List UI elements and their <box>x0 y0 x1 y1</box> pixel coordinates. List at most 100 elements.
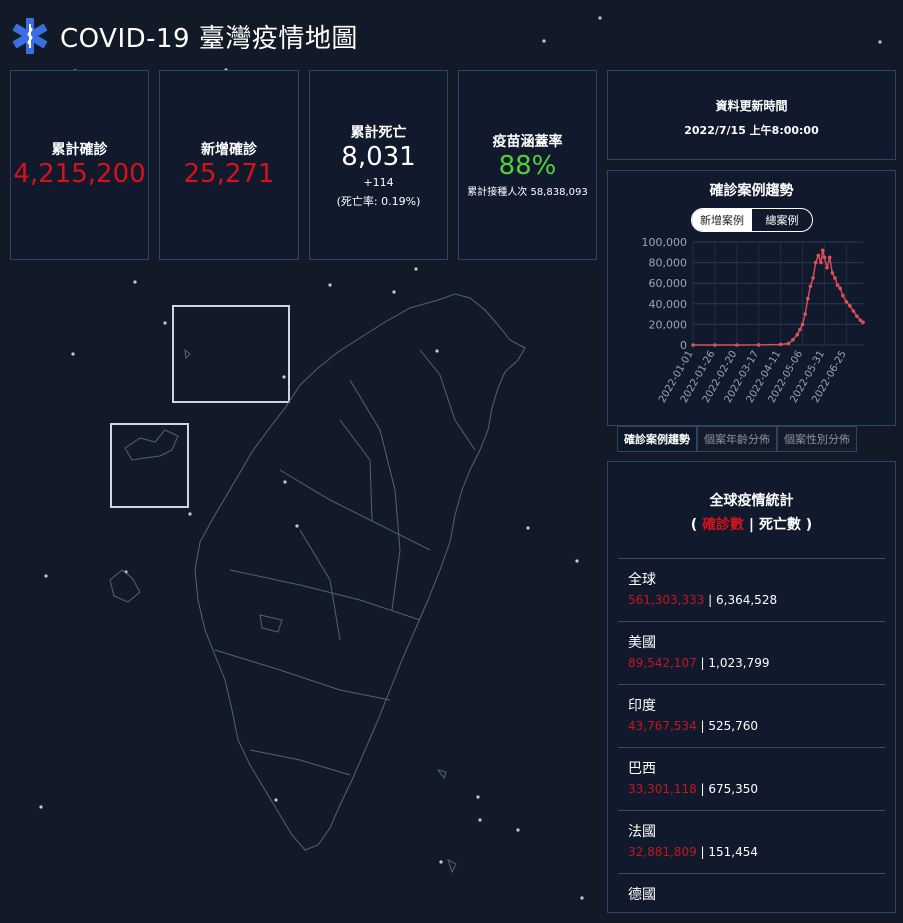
data-point <box>756 343 761 347</box>
tab-age-distribution[interactable]: 個案年齡分佈 <box>697 426 777 452</box>
data-point <box>735 343 739 347</box>
y-tick-label: 60,000 <box>649 277 688 290</box>
chart-tabs: 確診案例趨勢 個案年齡分佈 個案性別分佈 <box>617 426 857 452</box>
stat-value: 4,215,200 <box>13 159 146 189</box>
country-name: 法國 <box>628 824 656 840</box>
stat-label: 累計死亡 <box>350 125 407 141</box>
country-numbers: 33,301,118 | 675,350 <box>628 782 885 796</box>
stat-card-cumulative-cases: 累計確診 4,215,200 <box>10 70 149 260</box>
trend-title: 確診案例趨勢 <box>709 183 794 199</box>
data-point <box>825 265 829 270</box>
stat-value: 25,271 <box>183 159 275 189</box>
stat-label: 新增確診 <box>201 142 257 158</box>
country-cases: 32,881,809 <box>628 845 697 859</box>
stat-label: 疫苗涵蓋率 <box>492 134 563 150</box>
data-point <box>803 312 807 316</box>
country-cases: 33,301,118 <box>628 782 697 796</box>
series-line-new-cases <box>693 250 864 346</box>
subtitle-sep: | <box>744 517 759 533</box>
data-point <box>811 276 815 280</box>
background-star <box>878 40 882 44</box>
country-numbers: 561,303,333 | 6,364,528 <box>628 593 885 607</box>
stat-value: 88% <box>498 151 557 181</box>
y-tick-label: 100,000 <box>642 236 688 249</box>
country-cases: 561,303,333 <box>628 593 705 607</box>
country-row: 全球 561,303,333 | 6,364,528 <box>618 558 885 621</box>
vaccine-doses: 累計接種人次 58,838,093 <box>467 187 588 198</box>
data-point <box>691 343 695 347</box>
global-subtitle: ( 確診數 | 死亡數 ) <box>608 514 895 534</box>
data-point <box>861 320 865 325</box>
tab-case-trend[interactable]: 確診案例趨勢 <box>617 426 697 452</box>
trend-chart: 100,00080,00060,00040,00020,00002022-01-… <box>642 236 865 405</box>
data-point <box>805 296 810 301</box>
country-numbers: 89,542,107 | 1,023,799 <box>628 656 885 670</box>
country-name: 德國 <box>628 887 656 903</box>
data-point <box>841 293 845 298</box>
country-cases: 43,767,534 <box>628 719 697 733</box>
data-point <box>798 327 802 332</box>
stat-card-vaccine: 疫苗涵蓋率 88% 累計接種人次 58,838,093 <box>458 70 597 260</box>
subtitle-deaths: 死亡數 <box>758 517 801 533</box>
country-separator: | <box>696 782 709 796</box>
toggle-new-cases[interactable]: 新增案例 <box>692 209 752 231</box>
data-point <box>791 338 795 342</box>
country-cases: 89,542,107 <box>628 656 697 670</box>
country-name: 全球 <box>628 572 656 588</box>
global-title: 全球疫情統計 <box>709 493 794 509</box>
app-header: COVID-19 臺灣疫情地圖 <box>10 14 358 58</box>
data-point <box>835 283 840 288</box>
country-row: 美國 89,542,107 | 1,023,799 <box>618 621 885 684</box>
data-point <box>786 341 791 346</box>
background-star <box>414 267 418 271</box>
death-rate: (死亡率: 0.19%) <box>336 195 421 208</box>
country-name: 巴西 <box>628 761 656 777</box>
trend-toggle: 新增案例 總案例 <box>691 208 813 232</box>
country-deaths: 525,760 <box>708 719 759 733</box>
data-point <box>844 299 849 304</box>
background-star <box>598 16 602 20</box>
data-point <box>713 343 717 347</box>
country-row: 法國 32,881,809 | 151,454 <box>618 810 885 873</box>
data-point <box>778 342 783 347</box>
data-point <box>800 322 805 327</box>
country-name: 美國 <box>628 635 656 651</box>
country-list: 全球 561,303,333 | 6,364,528 美國 89,542,107 | … <box>618 558 885 912</box>
data-point <box>808 284 813 289</box>
data-point <box>848 304 852 308</box>
y-tick-label: 40,000 <box>649 298 688 311</box>
data-point <box>855 314 859 318</box>
data-point <box>816 253 821 258</box>
data-point <box>820 248 825 253</box>
data-point <box>838 286 843 291</box>
country-deaths: 6,364,528 <box>716 593 778 607</box>
data-point <box>827 255 832 260</box>
data-point <box>819 260 823 265</box>
data-point <box>830 271 835 275</box>
toggle-total-cases[interactable]: 總案例 <box>752 209 812 231</box>
update-time-panel: 資料更新時間 2022/7/15 上午8:00:00 <box>607 70 896 160</box>
stat-label: 累計確診 <box>51 142 108 158</box>
y-tick-label: 80,000 <box>649 257 688 270</box>
country-row: 德國 <box>618 873 885 912</box>
y-tick-label: 20,000 <box>649 318 688 331</box>
country-separator: | <box>696 656 709 670</box>
subtitle-close: ) <box>800 517 813 533</box>
data-point <box>833 276 837 280</box>
star-of-life-icon <box>12 18 48 54</box>
trend-panel: 確診案例趨勢 新增案例 總案例 100,000 80,000 60,000 40,00… <box>607 170 896 426</box>
country-deaths: 151,454 <box>708 845 759 859</box>
country-name: 印度 <box>628 698 656 714</box>
background-star <box>542 39 546 43</box>
global-stats-panel: 全球疫情統計 ( 確診數 | 死亡數 ) 全球 561,303,333 | 6,3… <box>607 461 896 913</box>
tab-gender-distribution[interactable]: 個案性別分佈 <box>777 426 857 452</box>
country-numbers: 32,881,809 | 151,454 <box>628 845 885 859</box>
subtitle-cases: 確診數 <box>702 517 745 533</box>
page-title: COVID-19 臺灣疫情地圖 <box>60 23 358 54</box>
country-row: 巴西 33,301,118 | 675,350 <box>618 747 885 810</box>
country-row: 印度 43,767,534 | 525,760 <box>618 684 885 747</box>
country-numbers: 43,767,534 | 525,760 <box>628 719 885 733</box>
update-value: 2022/7/15 上午8:00:00 <box>684 124 819 137</box>
taiwan-outline <box>109 293 526 874</box>
subtitle-open: ( <box>690 517 703 533</box>
